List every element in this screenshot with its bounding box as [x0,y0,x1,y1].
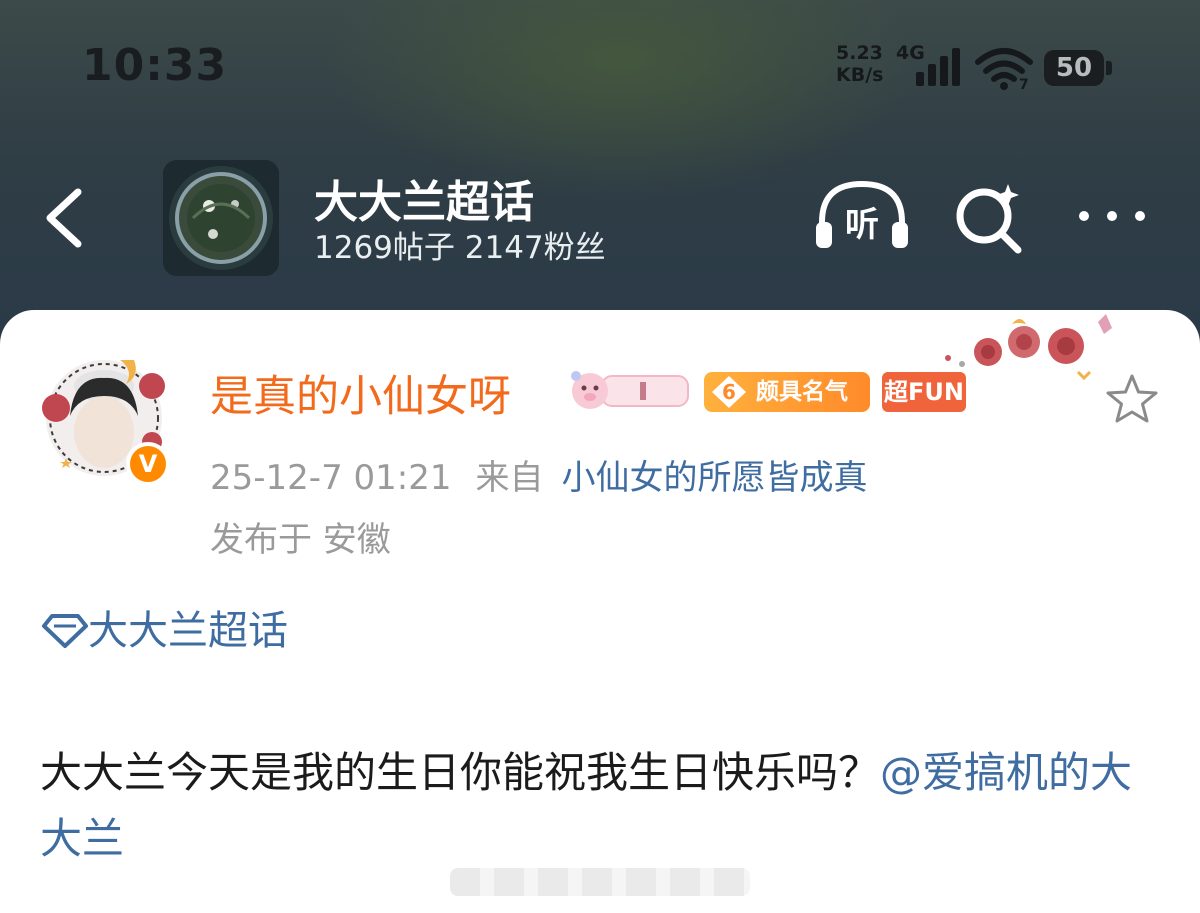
super-fun-badge[interactable]: 超FUN [882,372,966,412]
listen-label: 听 [845,205,879,245]
signal-icon [916,48,960,86]
post-source-link[interactable]: 小仙女的所愿皆成真 [562,458,868,498]
blurred-content [450,868,750,896]
topic-link-label: 大大兰超话 [88,608,288,654]
more-icon[interactable] [1072,196,1152,236]
fame-level-label: 颇具名气 [756,379,848,405]
diamond-icon [42,614,88,648]
battery-indicator: 50 [1044,50,1104,86]
back-arrow-icon[interactable] [36,180,92,256]
verified-badge: V [126,442,170,486]
post-timestamp: 25-12-7 01:21 [210,458,452,498]
status-time: 10:33 [82,40,228,91]
speed-unit: KB/s [836,64,884,86]
network-speed: 5.23 KB/s 4G [836,42,925,86]
topic-link[interactable]: 大大兰超话 [42,598,288,656]
topic-stats: 1269帖子 2147粉丝 [314,230,606,266]
post-text: 大大兰今天是我的生日你能祝我生日快乐吗？ [40,748,881,797]
username[interactable]: 是真的小仙女呀 [210,362,511,424]
page-title: 大大兰超话 [314,177,534,228]
favorite-star-icon[interactable] [1104,372,1160,428]
wifi-badge: 7 [1019,77,1029,90]
topic-avatar[interactable] [163,160,279,276]
post-meta: 25-12-7 01:21 来自 小仙女的所愿皆成真 [210,450,868,499]
from-label: 来自 [475,458,544,498]
listen-headphones-icon[interactable]: 听 [814,178,910,254]
topic-avatar-image [163,160,279,276]
battery-tip [1106,61,1112,75]
wifi-icon: 7 [975,48,1033,90]
speed-value: 5.23 [836,42,883,64]
pig-medal-icon[interactable] [568,368,692,414]
fame-level-medal[interactable]: 6 颇具名气 [704,372,870,412]
fame-level-number: 6 [712,376,746,408]
post-body: 大大兰今天是我的生日你能祝我生日快乐吗？@爱搞机的大大兰 [40,740,1160,872]
search-sparkle-icon[interactable] [950,178,1030,254]
post-location: 发布于 安徽 [210,520,391,560]
